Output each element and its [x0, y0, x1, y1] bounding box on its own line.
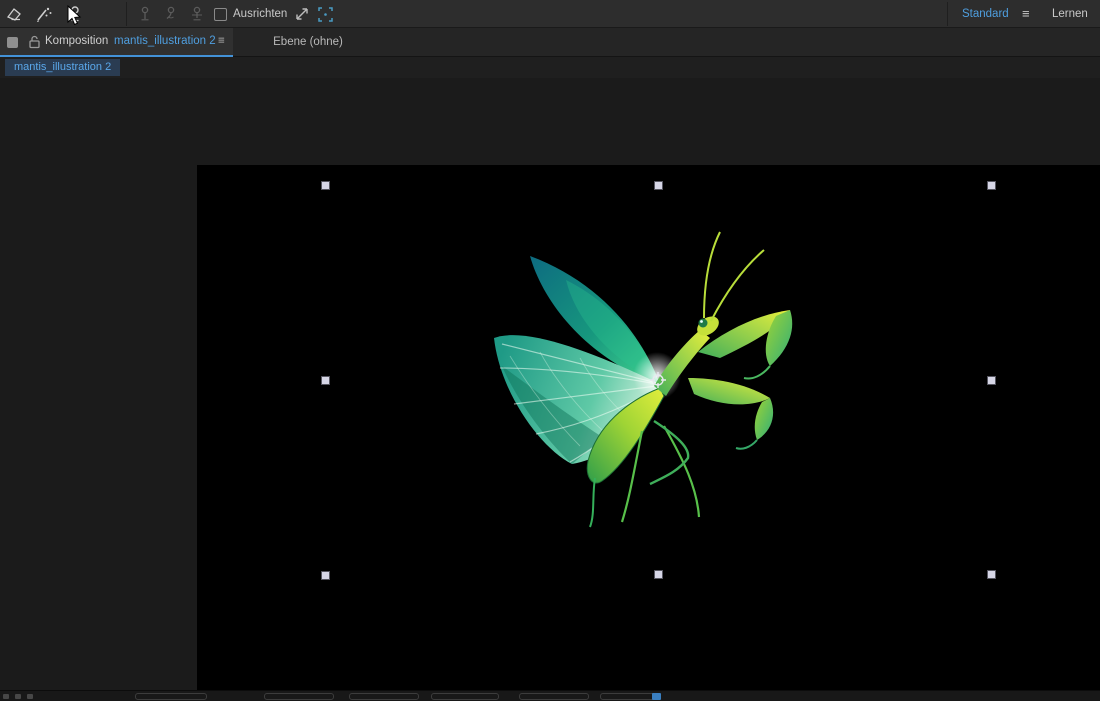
snap-checkbox[interactable] — [214, 8, 227, 21]
puppet-position-pin-icon — [141, 6, 149, 21]
puppet-position-pin-button[interactable] — [133, 3, 157, 25]
brush-icon — [36, 7, 51, 22]
tab-composition-name: mantis_illustration 2 — [114, 35, 216, 47]
timeline-field[interactable] — [431, 693, 499, 700]
learn-button[interactable]: Lernen — [1052, 0, 1088, 28]
puppet-advanced-pin-icon — [192, 6, 202, 21]
timeline-field[interactable] — [519, 693, 589, 700]
toolbar-divider — [947, 2, 948, 26]
app-window: Ausrichten Standard ≡ Lernen Komposition… — [0, 0, 1100, 701]
region-of-interest-button[interactable] — [313, 3, 337, 25]
resize-arrows-icon — [296, 8, 308, 20]
timeline-field[interactable] — [600, 693, 658, 700]
tab-composition[interactable]: Komposition mantis_illustration 2 ≡ — [0, 28, 233, 57]
mouse-cursor — [67, 5, 82, 26]
timeline-field[interactable] — [349, 693, 419, 700]
toolbar-divider — [126, 2, 127, 26]
timeline-active-icon[interactable] — [652, 693, 661, 700]
tab-layer[interactable]: Ebene (ohne) — [248, 28, 368, 57]
puppet-advanced-pin-button[interactable] — [185, 3, 209, 25]
eraser-icon — [6, 8, 21, 21]
workspace-selector[interactable]: Standard — [962, 0, 1009, 28]
composition-navigator-chip[interactable]: mantis_illustration 2 — [5, 59, 121, 76]
timeline-icon[interactable] — [15, 694, 21, 699]
puppet-bend-pin-icon — [166, 6, 175, 20]
tab-menu-icon[interactable]: ≡ — [218, 28, 225, 55]
panel-tab-strip: Komposition mantis_illustration 2 ≡ Eben… — [0, 28, 1100, 57]
timeline-field[interactable] — [135, 693, 207, 700]
main-toolbar: Ausrichten Standard ≡ Lernen — [0, 0, 1100, 28]
eraser-tool-button[interactable] — [2, 3, 26, 25]
lock-icon[interactable] — [28, 35, 41, 49]
viewer-header: mantis_illustration 2 — [0, 57, 1100, 78]
puppet-bend-pin-button[interactable] — [159, 3, 183, 25]
workspace-menu-icon[interactable]: ≡ — [1022, 0, 1030, 28]
rotobrush-tool-button[interactable] — [31, 3, 55, 25]
timeline-icon[interactable] — [3, 694, 9, 699]
snap-label[interactable]: Ausrichten — [233, 0, 287, 28]
tab-composition-prefix: Komposition — [45, 35, 109, 47]
timeline-edge-strip — [0, 690, 1100, 701]
panel-drag-icon[interactable] — [7, 37, 18, 48]
timeline-icon[interactable] — [27, 694, 33, 699]
timeline-field[interactable] — [264, 693, 334, 700]
anchor-point[interactable] — [649, 371, 667, 389]
resize-arrows-button[interactable] — [290, 3, 314, 25]
region-of-interest-icon — [317, 6, 333, 22]
